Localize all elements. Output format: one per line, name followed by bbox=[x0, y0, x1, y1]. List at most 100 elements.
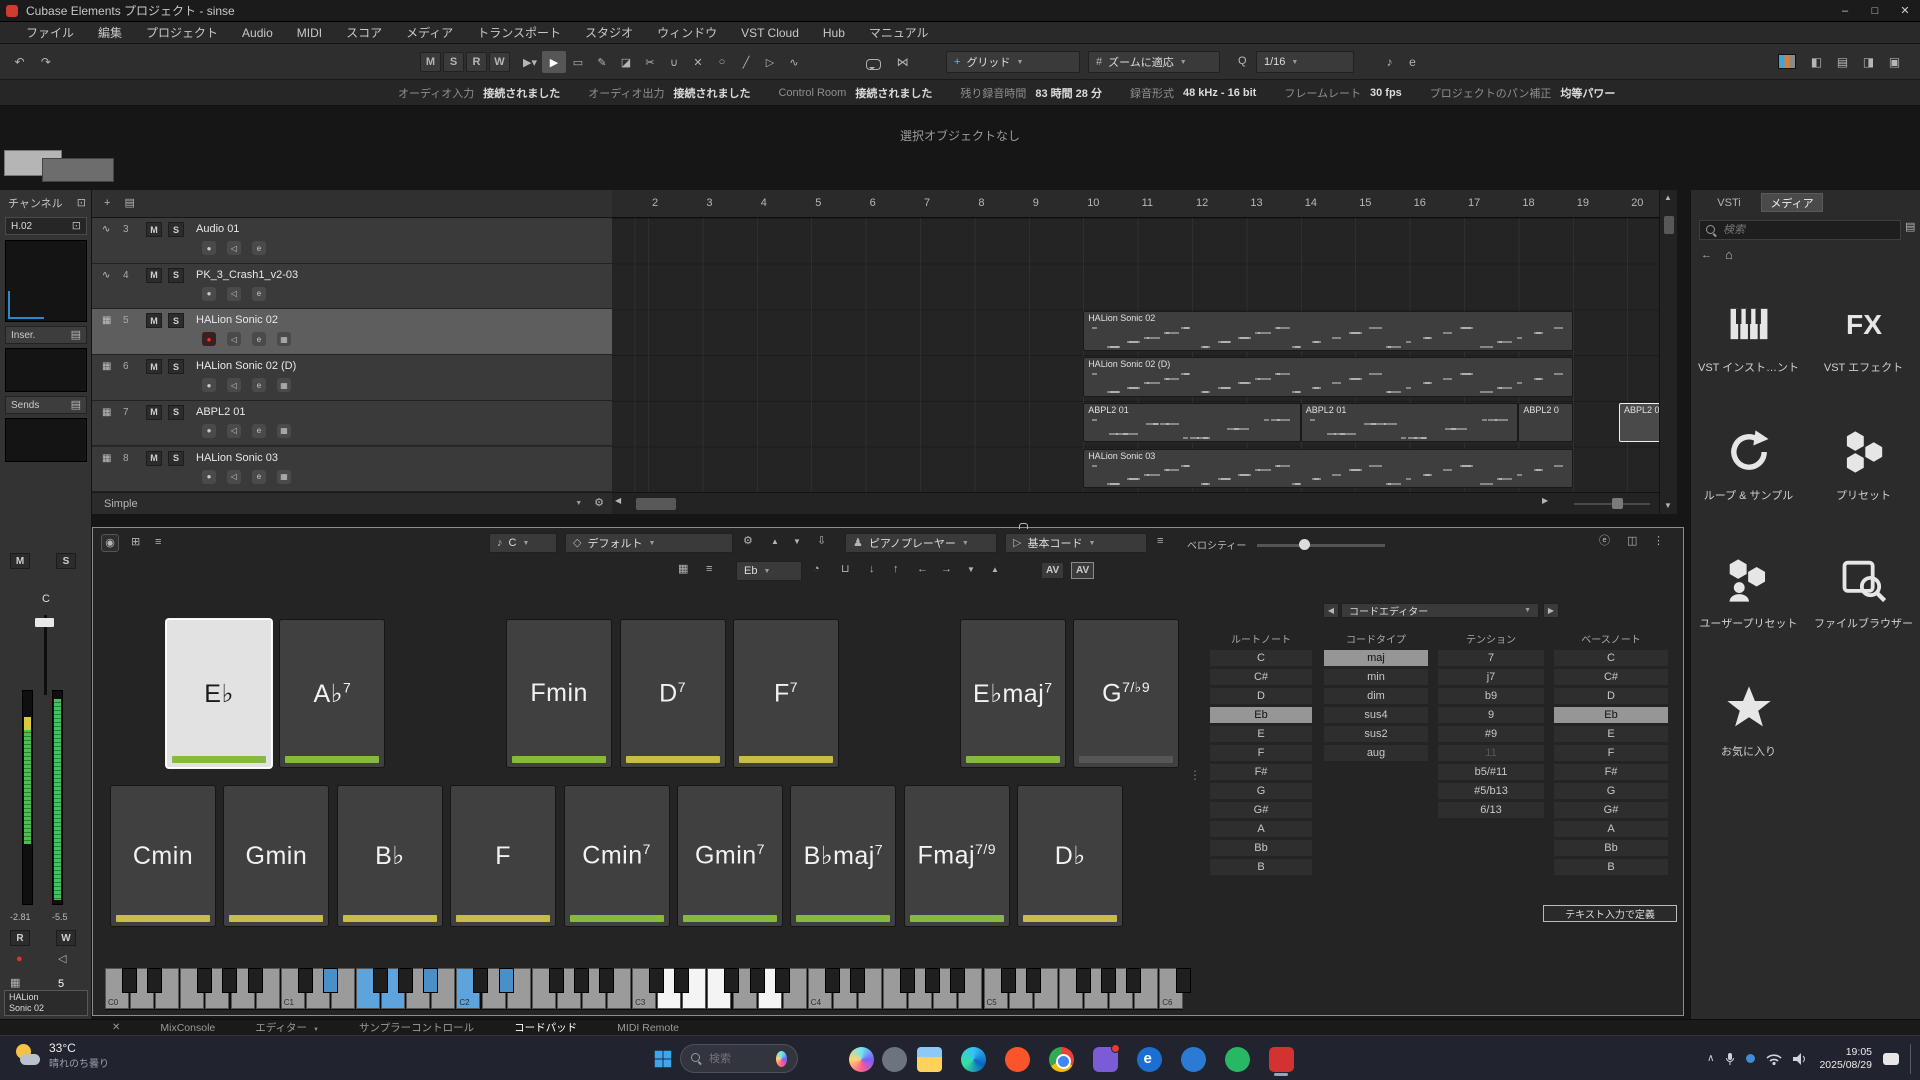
chord-option-A[interactable]: A bbox=[1209, 820, 1313, 838]
automation-m-button[interactable]: M bbox=[420, 52, 441, 72]
piano-key-C#1[interactable] bbox=[298, 968, 313, 993]
track-row[interactable]: ▦6MSHALion Sonic 02 (D)●◁e▦ bbox=[92, 355, 612, 401]
chord-option-F[interactable]: F bbox=[1553, 744, 1669, 762]
instrument-editor-button[interactable]: ▦ bbox=[277, 424, 291, 438]
next-pad-icon[interactable] bbox=[1543, 603, 1559, 618]
monitor-button[interactable]: ◁ bbox=[227, 378, 241, 392]
media-tile-keyboard[interactable]: VST インスト…ント bbox=[1691, 282, 1806, 410]
chord-option-G#[interactable]: G# bbox=[1209, 801, 1313, 819]
monitor-button[interactable]: ◁ bbox=[227, 424, 241, 438]
horizontal-scrollbar[interactable] bbox=[612, 492, 1659, 514]
erase-tool[interactable]: ◪ bbox=[614, 51, 638, 73]
sends-slots[interactable] bbox=[5, 418, 87, 462]
edit-mode-icon[interactable] bbox=[1599, 536, 1610, 547]
save-preset-icon[interactable] bbox=[817, 536, 826, 547]
menu-item[interactable]: Audio bbox=[230, 26, 285, 40]
iterative-quantize-icon[interactable] bbox=[1378, 51, 1401, 73]
midi-input-icon[interactable] bbox=[813, 564, 820, 575]
velocity-slider-track[interactable] bbox=[1257, 544, 1385, 547]
piano-key-D#3[interactable] bbox=[674, 968, 689, 993]
vertical-scrollbar[interactable] bbox=[1659, 190, 1677, 514]
play-tool[interactable]: ▷ bbox=[758, 51, 782, 73]
chord-option-11[interactable]: 11 bbox=[1437, 744, 1545, 762]
close-lower-zone-button[interactable]: ✕ bbox=[112, 1022, 120, 1033]
chord-option-j7[interactable]: j7 bbox=[1437, 668, 1545, 686]
monitor-icon[interactable] bbox=[58, 954, 66, 965]
menu-item[interactable]: Hub bbox=[811, 26, 857, 40]
snap-toggle-icon[interactable] bbox=[891, 51, 914, 73]
info-item[interactable]: フレームレート30 fps bbox=[1284, 85, 1401, 101]
voicing-dropdown[interactable]: 基本コード bbox=[1005, 533, 1147, 553]
tray-overflow-icon[interactable] bbox=[1707, 1054, 1714, 1064]
track-mute-button[interactable]: M bbox=[146, 313, 162, 328]
mute-tool[interactable]: ✕ bbox=[686, 51, 710, 73]
track-solo-button[interactable]: S bbox=[168, 359, 184, 374]
transpose-down-icon[interactable] bbox=[869, 564, 875, 575]
automation-w-button[interactable]: W bbox=[489, 52, 510, 72]
define-by-text-button[interactable]: テキスト入力で定義 bbox=[1543, 905, 1677, 922]
record-arm-button[interactable]: ● bbox=[202, 287, 216, 301]
chord-pad-A♭7[interactable]: A♭7 bbox=[279, 619, 385, 768]
timeline-ruler[interactable]: 234567891011121314151617181920 bbox=[612, 190, 1659, 218]
scroll-up-icon[interactable] bbox=[1664, 194, 1672, 202]
zone-options-icon[interactable] bbox=[1653, 536, 1664, 547]
chord-option-aug[interactable]: aug bbox=[1323, 744, 1429, 762]
piano-key-G#1[interactable] bbox=[398, 968, 413, 993]
menu-item[interactable]: マニュアル bbox=[857, 24, 941, 41]
copilot-icon[interactable] bbox=[844, 1042, 878, 1076]
monitor-button[interactable]: ◁ bbox=[227, 287, 241, 301]
inserts-rack-header[interactable]: Inser. bbox=[5, 326, 87, 344]
piano-key-C#0[interactable] bbox=[122, 968, 137, 993]
weather-widget[interactable]: 33°C 晴れのち曇り bbox=[14, 1041, 109, 1070]
scrub-tool[interactable]: ∿ bbox=[782, 51, 806, 73]
brave-icon[interactable] bbox=[1000, 1042, 1034, 1076]
lower-zone-tab[interactable]: MixConsole bbox=[160, 1022, 215, 1034]
show-desktop-strip[interactable] bbox=[1910, 1044, 1912, 1074]
zone-layout-icon[interactable] bbox=[1627, 536, 1637, 547]
record-arm-button[interactable]: ● bbox=[202, 424, 216, 438]
chord-option-G[interactable]: G bbox=[1209, 782, 1313, 800]
track-solo-button[interactable]: S bbox=[168, 313, 184, 328]
chord-pad-E♭maj7[interactable]: E♭maj7 bbox=[960, 619, 1066, 768]
edit-channel-button[interactable]: e bbox=[252, 424, 266, 438]
piano-key-A#5[interactable] bbox=[1126, 968, 1141, 993]
chord-pads-power-button[interactable] bbox=[101, 534, 119, 552]
menu-item[interactable]: MIDI bbox=[285, 26, 334, 40]
chord-option-C[interactable]: C bbox=[1553, 649, 1669, 667]
close-button[interactable] bbox=[1890, 0, 1920, 22]
chord-option-C#[interactable]: C# bbox=[1209, 668, 1313, 686]
pane-resize-handle[interactable]: ⋮ bbox=[1189, 768, 1201, 782]
menu-item[interactable]: VST Cloud bbox=[729, 26, 811, 40]
scroll-left-icon[interactable] bbox=[615, 497, 621, 505]
chord-option-#9[interactable]: #9 bbox=[1437, 725, 1545, 743]
track-solo-button[interactable]: S bbox=[168, 451, 184, 466]
tab-vsti[interactable]: VSTi bbox=[1701, 193, 1757, 212]
track-mute-button[interactable]: M bbox=[146, 451, 162, 466]
notification-badge[interactable] bbox=[1883, 1053, 1899, 1065]
object-select-tool[interactable]: ▶ bbox=[542, 51, 566, 73]
chord-pads-setup-icon[interactable] bbox=[131, 537, 140, 548]
edit-channel-button[interactable]: e bbox=[252, 332, 266, 346]
record-arm-button[interactable]: ● bbox=[202, 241, 216, 255]
lower-zone-tab[interactable]: MIDI Remote bbox=[617, 1022, 679, 1034]
chord-option-F#[interactable]: F# bbox=[1209, 763, 1313, 781]
piano-key-D#1[interactable] bbox=[323, 968, 338, 993]
comment-icon[interactable] bbox=[862, 51, 885, 73]
channel-solo-button[interactable]: S bbox=[56, 553, 76, 569]
bluesky-icon[interactable] bbox=[1176, 1042, 1210, 1076]
chord-option-F[interactable]: F bbox=[1209, 744, 1313, 762]
track-solo-button[interactable]: S bbox=[168, 222, 184, 237]
chord-option-9[interactable]: 9 bbox=[1437, 706, 1545, 724]
info-item[interactable]: オーディオ入力接続されました bbox=[398, 85, 560, 101]
volume-fader-track[interactable] bbox=[44, 615, 47, 695]
chord-pad-Fmaj7/9[interactable]: Fmaj7/9 bbox=[904, 785, 1010, 927]
chord-option-E[interactable]: E bbox=[1553, 725, 1669, 743]
piano-key-C#6[interactable] bbox=[1176, 968, 1191, 993]
delete-assignment-icon[interactable] bbox=[841, 564, 850, 575]
midi-clip[interactable]: HALion Sonic 03 bbox=[1083, 449, 1573, 489]
info-item[interactable]: オーディオ出力接続されました bbox=[588, 85, 750, 101]
voicing-list-icon[interactable] bbox=[1157, 536, 1163, 547]
chord-pad-F[interactable]: F bbox=[450, 785, 556, 927]
automation-s-button[interactable]: S bbox=[443, 52, 464, 72]
piano-key-G#5[interactable] bbox=[1101, 968, 1116, 993]
